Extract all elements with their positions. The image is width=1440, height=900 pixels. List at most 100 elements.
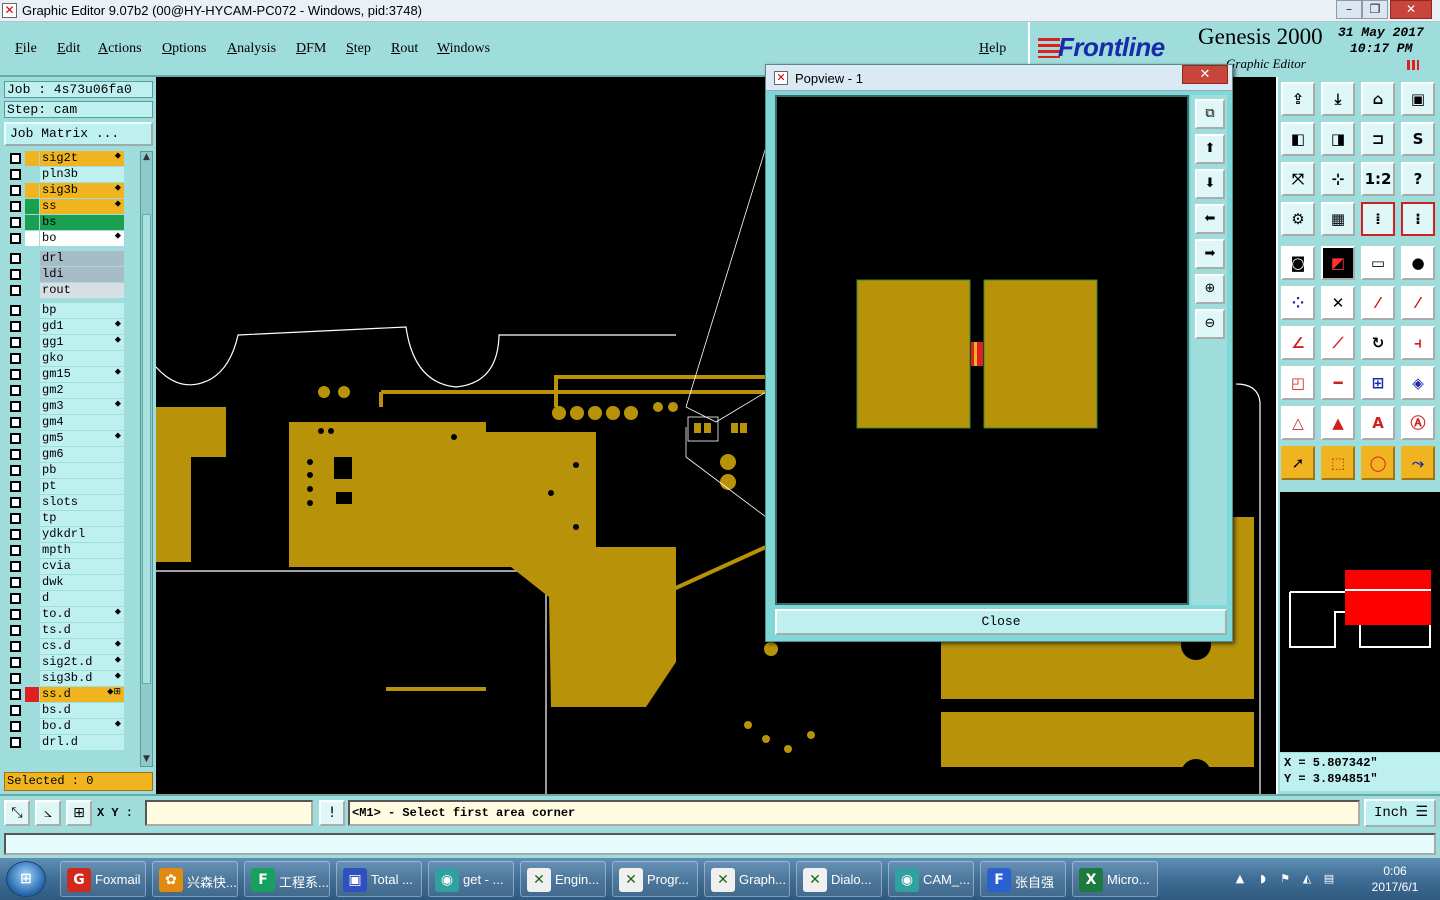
layer-name[interactable]: drl: [40, 251, 124, 266]
popview-viewport[interactable]: [775, 95, 1189, 605]
layer-checkbox[interactable]: [10, 169, 21, 180]
layer-checkbox[interactable]: [10, 353, 21, 364]
layer-name[interactable]: sig3b.d ⬥: [40, 671, 124, 686]
layer-checkbox[interactable]: [10, 417, 21, 428]
layer-row[interactable]: gko: [4, 351, 139, 366]
popview-pan-left-icon[interactable]: ⬅: [1195, 204, 1225, 234]
pan-right-icon[interactable]: ◨: [1321, 122, 1355, 156]
angle-mode-icon[interactable]: ⦣: [35, 800, 61, 826]
layer-name[interactable]: d: [40, 591, 124, 606]
layer-checkbox[interactable]: [10, 641, 21, 652]
command-input[interactable]: [4, 833, 1436, 855]
layer-checkbox[interactable]: [10, 321, 21, 332]
layer-color-swatch[interactable]: [25, 231, 39, 246]
triangle-bold-icon[interactable]: A: [1361, 406, 1395, 440]
layer-checkbox[interactable]: [10, 481, 21, 492]
layer-checkbox[interactable]: [10, 201, 21, 212]
layer-name[interactable]: cvia: [40, 559, 124, 574]
redraw-icon[interactable]: S: [1401, 122, 1435, 156]
popview-pan-up-icon[interactable]: ⬆: [1195, 134, 1225, 164]
layer-row[interactable]: ss.d ⬥⊞: [4, 687, 139, 702]
layer-row[interactable]: sig2t.d ⬥: [4, 655, 139, 670]
layer-checkbox[interactable]: [10, 513, 21, 524]
layer-row[interactable]: ss ⬥: [4, 199, 139, 214]
tray-network-icon[interactable]: ▤: [1322, 872, 1336, 886]
layer-color-swatch[interactable]: [25, 447, 39, 462]
layer-checkbox[interactable]: [10, 337, 21, 348]
layer-row[interactable]: gg1 ⬥: [4, 335, 139, 350]
menu-edit[interactable]: Edit: [57, 41, 80, 57]
layer-checkbox[interactable]: [10, 657, 21, 668]
taskbar-item[interactable]: ▣ Total ...: [336, 861, 422, 897]
add-pad-icon[interactable]: ◰: [1281, 366, 1315, 400]
layer-checkbox[interactable]: [10, 673, 21, 684]
tray-expand-icon[interactable]: ▲: [1233, 872, 1247, 886]
job-matrix-button[interactable]: Job Matrix ...: [4, 122, 153, 146]
diagonal-icon[interactable]: ⟋: [1321, 326, 1355, 360]
layer-name[interactable]: gm4: [40, 415, 124, 430]
grid-icon[interactable]: ▦: [1321, 202, 1355, 236]
split-icon[interactable]: ⫞: [1401, 326, 1435, 360]
layer-row[interactable]: bo.d ⬥: [4, 719, 139, 734]
zoom-1to1-icon[interactable]: 1:2: [1361, 162, 1395, 196]
popview-zoom-out-icon[interactable]: ⊖: [1195, 309, 1225, 339]
layer-checkbox[interactable]: [10, 217, 21, 228]
taskbar-item[interactable]: ◉ get - ...: [428, 861, 514, 897]
layer-checkbox[interactable]: [10, 253, 21, 264]
pointer-icon[interactable]: ➚: [1281, 446, 1315, 480]
layer-name[interactable]: ss.d ⬥⊞: [40, 687, 124, 702]
grid-mode-icon[interactable]: ⊞: [66, 800, 92, 826]
layer-checkbox[interactable]: [10, 689, 21, 700]
layer-checkbox[interactable]: [10, 465, 21, 476]
layer-checkbox[interactable]: [10, 561, 21, 572]
window-layout-icon[interactable]: ▣: [1401, 82, 1435, 116]
taskbar-item[interactable]: ◉ CAM_...: [888, 861, 974, 897]
layer-row[interactable]: gm6: [4, 447, 139, 462]
xy-input[interactable]: [145, 800, 313, 826]
taskbar-item[interactable]: X Micro...: [1072, 861, 1158, 897]
layer-name[interactable]: cs.d ⬥: [40, 639, 124, 654]
angle-icon[interactable]: ∠: [1281, 326, 1315, 360]
triangle-up-icon[interactable]: ▲: [1321, 406, 1355, 440]
horizontal-line-icon[interactable]: ━: [1321, 366, 1355, 400]
menu-analysis[interactable]: Analysis: [227, 41, 276, 57]
layer-color-swatch[interactable]: [25, 719, 39, 734]
layer-color-swatch[interactable]: [25, 575, 39, 590]
layer-color-swatch[interactable]: [25, 703, 39, 718]
help-icon[interactable]: ?: [1401, 162, 1435, 196]
layer-color-swatch[interactable]: [25, 267, 39, 282]
layer-name[interactable]: dwk: [40, 575, 124, 590]
pointer-box-icon[interactable]: ⬚: [1321, 446, 1355, 480]
layer-row[interactable]: tp: [4, 511, 139, 526]
layer-name[interactable]: ldi: [40, 267, 124, 282]
menu-rout[interactable]: Rout: [391, 41, 418, 57]
taskbar-item[interactable]: ✕ Dialo...: [796, 861, 882, 897]
layer-name[interactable]: sig2t ⬥: [40, 151, 124, 166]
layer-color-swatch[interactable]: [25, 367, 39, 382]
layer-checkbox[interactable]: [10, 545, 21, 556]
layer-checkbox[interactable]: [10, 185, 21, 196]
scroll-up-icon[interactable]: ▲: [141, 152, 152, 164]
layer-row[interactable]: gm4: [4, 415, 139, 430]
minimap-viewport-box[interactable]: [1345, 570, 1431, 625]
popview-pan-down-icon[interactable]: ⬇: [1195, 169, 1225, 199]
layer-name[interactable]: bs: [40, 215, 124, 230]
scroll-down-icon[interactable]: ▼: [141, 754, 152, 766]
layer-row[interactable]: d: [4, 591, 139, 606]
minimap[interactable]: [1280, 492, 1440, 752]
layer-name[interactable]: sig2t.d ⬥: [40, 655, 124, 670]
layer-color-swatch[interactable]: [25, 559, 39, 574]
layer-color-swatch[interactable]: [25, 251, 39, 266]
layer-name[interactable]: pt: [40, 479, 124, 494]
layer-checkbox[interactable]: [10, 369, 21, 380]
layer-color-swatch[interactable]: [25, 199, 39, 214]
layer-color-swatch[interactable]: [25, 303, 39, 318]
layer-checkbox[interactable]: [10, 721, 21, 732]
layer-checkbox[interactable]: [10, 385, 21, 396]
layer-color-swatch[interactable]: [25, 463, 39, 478]
layer-checkbox[interactable]: [10, 625, 21, 636]
tray-flag-icon[interactable]: ⚑: [1278, 872, 1292, 886]
pointer-circle-icon[interactable]: ◯: [1361, 446, 1395, 480]
layer-name[interactable]: pb: [40, 463, 124, 478]
layer-row[interactable]: dwk: [4, 575, 139, 590]
